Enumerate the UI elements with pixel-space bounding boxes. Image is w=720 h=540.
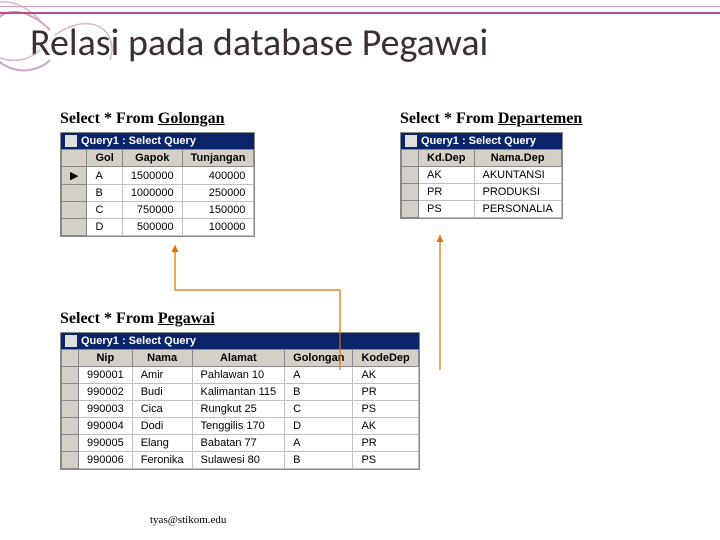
titlebar-departemen: Query1 : Select Query bbox=[401, 133, 562, 149]
window-pegawai: Query1 : Select Query Nip Nama Alamat Go… bbox=[60, 332, 420, 470]
table-header-row: Nip Nama Alamat Golongan KodeDep bbox=[62, 350, 419, 367]
table-header-row: Kd.Dep Nama.Dep bbox=[402, 150, 562, 167]
titlebar-text: Query1 : Select Query bbox=[81, 335, 196, 347]
table-row: ▶A1500000400000 bbox=[62, 167, 254, 185]
table-row: 990002BudiKalimantan 115BPR bbox=[62, 384, 419, 401]
window-icon bbox=[65, 135, 77, 147]
footer-email: tyas@stikom.edu bbox=[150, 514, 226, 526]
col-gapok: Gapok bbox=[122, 150, 182, 167]
top-border bbox=[0, 6, 720, 14]
section-golongan: Select * From Golongan Query1 : Select Q… bbox=[60, 110, 255, 237]
label-golongan: Select * From Golongan bbox=[60, 110, 255, 128]
label-pegawai-keyword: Pegawai bbox=[158, 310, 215, 327]
titlebar-golongan: Query1 : Select Query bbox=[61, 133, 254, 149]
col-kddep: Kd.Dep bbox=[419, 150, 475, 167]
window-icon bbox=[65, 335, 77, 347]
col-kodedep: KodeDep bbox=[353, 350, 418, 367]
table-row: 990003CicaRungkut 25CPS bbox=[62, 401, 419, 418]
label-golongan-prefix: Select * From bbox=[60, 110, 158, 127]
window-icon bbox=[405, 135, 417, 147]
label-departemen: Select * From Departemen bbox=[400, 110, 582, 128]
label-pegawai: Select * From Pegawai bbox=[60, 310, 420, 328]
section-pegawai: Select * From Pegawai Query1 : Select Qu… bbox=[60, 310, 420, 470]
window-departemen: Query1 : Select Query Kd.Dep Nama.Dep AK… bbox=[400, 132, 563, 219]
col-tunjangan: Tunjangan bbox=[182, 150, 254, 167]
col-nama: Nama bbox=[132, 350, 192, 367]
col-nip: Nip bbox=[79, 350, 133, 367]
label-departemen-keyword: Departemen bbox=[498, 110, 582, 127]
table-header-row: Gol Gapok Tunjangan bbox=[62, 150, 254, 167]
label-golongan-keyword: Golongan bbox=[158, 110, 225, 127]
table-row: 990005ElangBabatan 77APR bbox=[62, 435, 419, 452]
table-pegawai: Nip Nama Alamat Golongan KodeDep 990001A… bbox=[61, 349, 419, 469]
window-golongan: Query1 : Select Query Gol Gapok Tunjanga… bbox=[60, 132, 255, 237]
table-row: 990006FeronikaSulawesi 80BPS bbox=[62, 452, 419, 469]
table-row: PSPERSONALIA bbox=[402, 201, 562, 218]
titlebar-text: Query1 : Select Query bbox=[81, 135, 196, 147]
section-departemen: Select * From Departemen Query1 : Select… bbox=[400, 110, 582, 219]
col-alamat: Alamat bbox=[192, 350, 285, 367]
table-row: B1000000250000 bbox=[62, 185, 254, 202]
row-selector-header bbox=[62, 150, 87, 167]
table-departemen: Kd.Dep Nama.Dep AKAKUNTANSI PRPRODUKSI P… bbox=[401, 149, 562, 218]
row-selector-header bbox=[402, 150, 419, 167]
titlebar-pegawai: Query1 : Select Query bbox=[61, 333, 419, 349]
table-golongan: Gol Gapok Tunjangan ▶A1500000400000 B100… bbox=[61, 149, 254, 236]
col-golongan: Golongan bbox=[285, 350, 353, 367]
label-departemen-prefix: Select * From bbox=[400, 110, 498, 127]
table-row: PRPRODUKSI bbox=[402, 184, 562, 201]
col-namadep: Nama.Dep bbox=[474, 150, 561, 167]
table-row: 990001AmirPahlawan 10AAK bbox=[62, 367, 419, 384]
table-row: D500000100000 bbox=[62, 219, 254, 236]
titlebar-text: Query1 : Select Query bbox=[421, 135, 536, 147]
table-row: AKAKUNTANSI bbox=[402, 167, 562, 184]
label-pegawai-prefix: Select * From bbox=[60, 310, 158, 327]
row-selector: ▶ bbox=[62, 167, 87, 185]
table-row: 990004DodiTenggilis 170DAK bbox=[62, 418, 419, 435]
row-selector-header bbox=[62, 350, 79, 367]
col-gol: Gol bbox=[87, 150, 122, 167]
table-row: C750000150000 bbox=[62, 202, 254, 219]
